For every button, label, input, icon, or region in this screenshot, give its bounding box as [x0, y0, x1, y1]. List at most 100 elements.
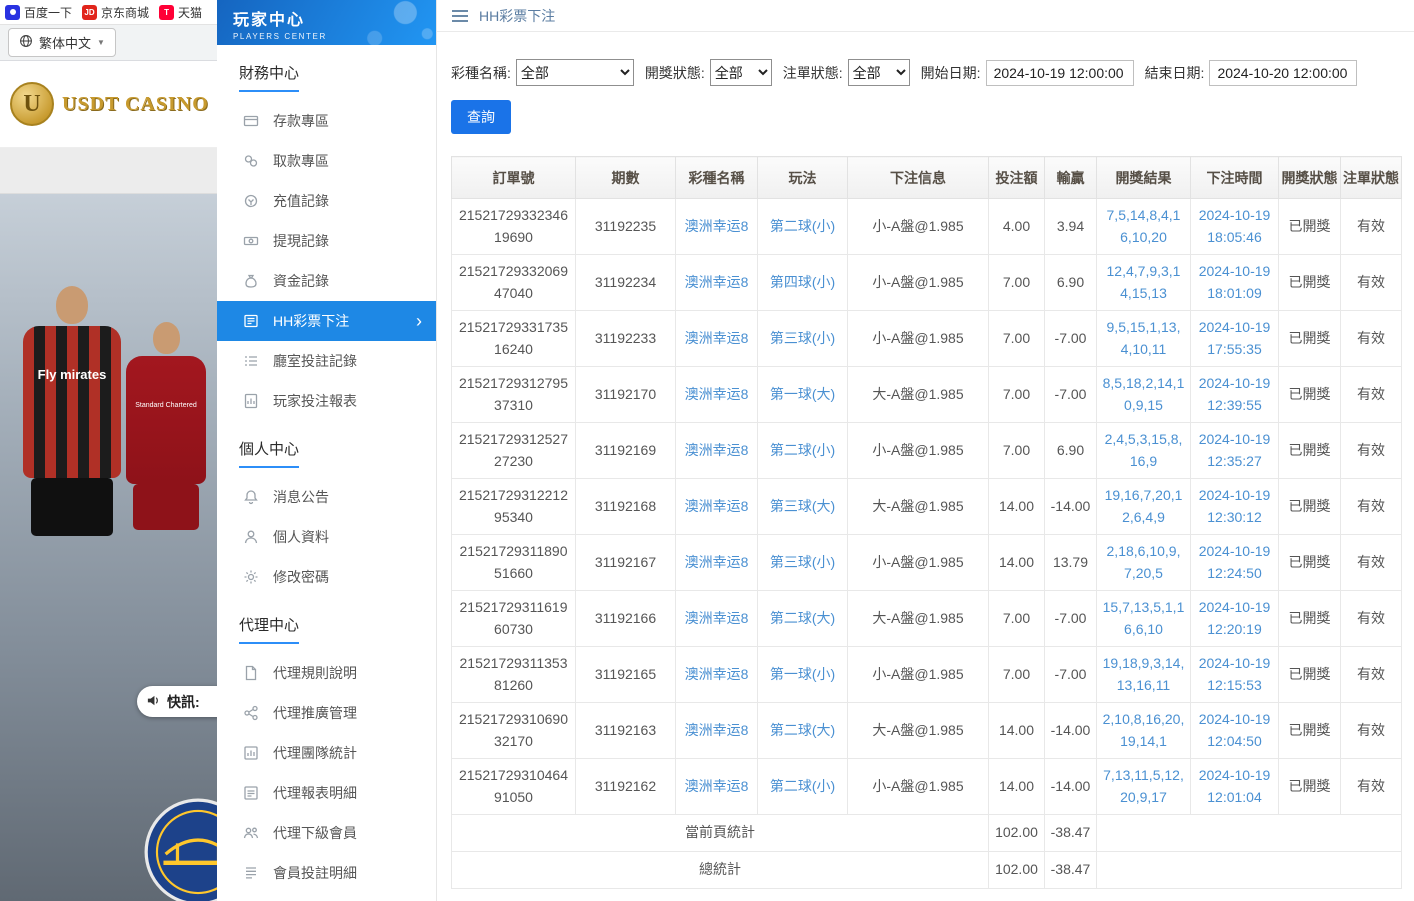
column-header: 期數: [576, 157, 676, 199]
cell-info: 小-A盤@1.985: [848, 311, 989, 367]
language-selector-button[interactable]: 繁体中文 ▼: [8, 28, 116, 57]
hamburger-menu-icon[interactable]: [452, 10, 468, 22]
usdt-coin-icon: U: [10, 82, 54, 126]
cell-winloss: 6.90: [1045, 423, 1097, 479]
sidebar-item[interactable]: 會員交易明細: [217, 893, 436, 901]
sidebar-item[interactable]: 代理團隊統計: [217, 733, 436, 773]
player-shorts: [133, 484, 199, 530]
sidebar-item[interactable]: 取款專區: [217, 141, 436, 181]
table-row: 215217293317351624031192233澳洲幸运8第三球(小)小-…: [452, 311, 1402, 367]
sidebar-item[interactable]: 資金記錄: [217, 261, 436, 301]
filter-label: 注單狀態:: [783, 63, 843, 83]
background-site: 百度一下JD京东商城T天猫 繁体中文 ▼ U USDT CASINO Fly m…: [0, 0, 217, 901]
player-head: [153, 322, 180, 354]
sidebar-item-label: 廳室投註記錄: [273, 351, 357, 371]
sidebar-item[interactable]: 個人資料: [217, 517, 436, 557]
column-header: 下注信息: [848, 157, 989, 199]
casino-logo[interactable]: U USDT CASINO: [0, 61, 217, 148]
cell-time: 2024-10-19 12:01:04: [1191, 759, 1279, 815]
cell-info: 小-A盤@1.985: [848, 255, 989, 311]
sidebar-item[interactable]: 代理報表明細: [217, 773, 436, 813]
sidebar-item[interactable]: HH彩票下注›: [217, 301, 436, 341]
cell-period: 31192168: [576, 479, 676, 535]
sidebar-item[interactable]: 代理規則說明: [217, 653, 436, 693]
cell-play: 第二球(小): [758, 199, 848, 255]
sidebar-subtitle: PLAYERS CENTER: [233, 32, 436, 41]
summary-row: 當前頁統計102.00-38.47: [452, 815, 1402, 852]
cell-winloss: -7.00: [1045, 647, 1097, 703]
start-date-input[interactable]: [986, 60, 1134, 86]
sidebar-item[interactable]: 修改密碼: [217, 557, 436, 597]
filter-bar: 彩種名稱:全部開獎狀態:全部注單狀態:全部開始日期:結束日期:: [451, 59, 1400, 86]
column-header: 開獎結果: [1097, 157, 1191, 199]
sidebar-item-label: 提現記錄: [273, 231, 329, 251]
cell-bet: 14.00: [989, 535, 1045, 591]
cell-winloss: 13.79: [1045, 535, 1097, 591]
sidebar-item[interactable]: 會員投註明細: [217, 853, 436, 893]
sidebar-item[interactable]: 充值記錄: [217, 181, 436, 221]
bookmark-item[interactable]: JD京东商城: [82, 4, 149, 21]
cell-bet: 7.00: [989, 423, 1045, 479]
cell-play: 第二球(小): [758, 759, 848, 815]
sidebar-item[interactable]: 代理推廣管理: [217, 693, 436, 733]
bookmark-item[interactable]: T天猫: [159, 4, 202, 21]
cell-lottery: 澳洲幸运8: [676, 367, 758, 423]
news-ticker[interactable]: 快訊:: [137, 686, 217, 717]
cell-play: 第一球(大): [758, 367, 848, 423]
cell-lottery: 澳洲幸运8: [676, 647, 758, 703]
cell-winloss: -14.00: [1045, 703, 1097, 759]
column-header: 開獎狀態: [1279, 157, 1341, 199]
cell-play: 第三球(小): [758, 311, 848, 367]
sidebar-item[interactable]: 代理下級會員: [217, 813, 436, 853]
main-content: 彩種名稱:全部開獎狀態:全部注單狀態:全部開始日期:結束日期: 查詢 訂單號期數…: [437, 32, 1414, 889]
sidebar-item-label: 充值記錄: [273, 191, 329, 211]
page-strip: [0, 148, 217, 194]
browser-bookmarks-bar: 百度一下 JD京东商城 T天猫: [0, 0, 217, 25]
sidebar-title: 玩家中心: [233, 6, 436, 30]
draw-status-select[interactable]: 全部: [710, 59, 772, 86]
bookmark-item[interactable]: 百度一下: [5, 4, 72, 21]
soccer-player-liverpool: Standard Chartered: [118, 322, 214, 530]
brand-text: USDT CASINO: [62, 93, 209, 116]
user-icon: [243, 529, 259, 545]
cell-result: 19,16,7,20,12,6,4,9: [1097, 479, 1191, 535]
sidebar-item[interactable]: 存款專區: [217, 101, 436, 141]
query-button[interactable]: 查詢: [451, 100, 511, 134]
sidebar-item[interactable]: 提現記錄: [217, 221, 436, 261]
bell-icon: [243, 489, 259, 505]
cell-play: 第三球(小): [758, 535, 848, 591]
end-date-input[interactable]: [1209, 60, 1357, 86]
cell-time: 2024-10-19 18:01:09: [1191, 255, 1279, 311]
cell-winloss: -7.00: [1045, 591, 1097, 647]
table-row: 215217293116196073031192166澳洲幸运8第二球(大)大-…: [452, 591, 1402, 647]
filter-label: 開始日期:: [921, 63, 981, 83]
withdraw-icon: [243, 153, 259, 169]
cell-draw-status: 已開獎: [1279, 535, 1341, 591]
globe-icon: [19, 34, 33, 51]
player-shorts: [31, 478, 113, 536]
cell-time: 2024-10-19 12:39:55: [1191, 367, 1279, 423]
summary-winloss-total: -38.47: [1045, 852, 1097, 889]
cell-result: 15,7,13,5,1,16,6,10: [1097, 591, 1191, 647]
sidebar-item[interactable]: 廳室投註記錄: [217, 341, 436, 381]
cell-result: 19,18,9,3,14,13,16,11: [1097, 647, 1191, 703]
order-status-select[interactable]: 全部: [848, 59, 910, 86]
news-label: 快訊:: [167, 692, 200, 712]
table-row: 215217293122129534031192168澳洲幸运8第三球(大)大-…: [452, 479, 1402, 535]
summary-empty: [1097, 815, 1402, 852]
summary-empty: [1097, 852, 1402, 889]
lottery-name-select[interactable]: 全部: [516, 59, 634, 86]
sidebar-section-header: 代理中心: [239, 614, 436, 644]
cell-order: 2152172931221295340: [452, 479, 576, 535]
cell-time: 2024-10-19 12:24:50: [1191, 535, 1279, 591]
cell-order-status: 有效: [1341, 199, 1402, 255]
summary-winloss-total: -38.47: [1045, 815, 1097, 852]
filter-group: 開獎狀態:全部: [645, 59, 772, 86]
lottery-icon: [243, 313, 259, 329]
sidebar-item[interactable]: 消息公告: [217, 477, 436, 517]
filter-group: 開始日期:: [921, 60, 1134, 86]
cell-order-status: 有效: [1341, 367, 1402, 423]
cell-info: 小-A盤@1.985: [848, 759, 989, 815]
cashout-icon: [243, 233, 259, 249]
sidebar-item[interactable]: 玩家投注報表: [217, 381, 436, 421]
